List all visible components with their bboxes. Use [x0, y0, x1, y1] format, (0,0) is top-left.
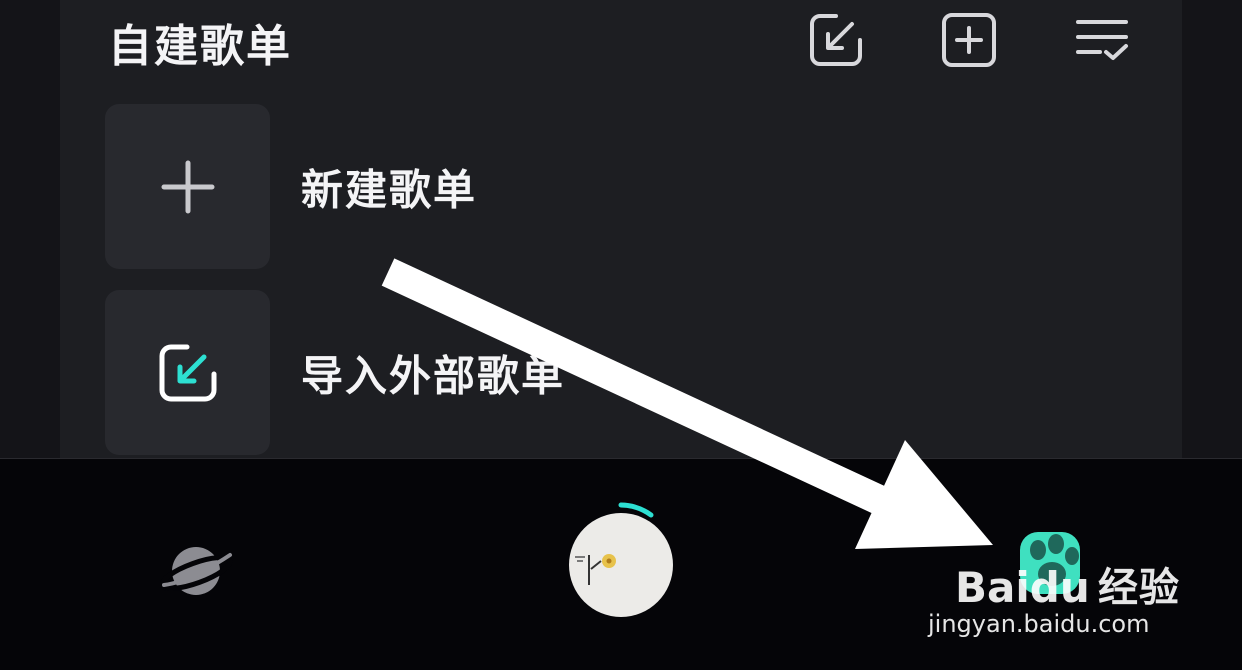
baidu-logo: Baidu — [955, 563, 1090, 612]
now-playing-button[interactable] — [565, 499, 677, 617]
nav-discover-tab[interactable] — [159, 537, 234, 603]
import-playlist-thumb — [105, 290, 270, 455]
new-playlist-thumb — [105, 104, 270, 269]
add-playlist-button[interactable] — [939, 10, 999, 70]
import-icon — [810, 14, 862, 66]
import-external-playlist-row[interactable]: 导入外部歌单 — [105, 290, 805, 455]
manage-list-icon — [1076, 20, 1128, 60]
new-playlist-label: 新建歌单 — [301, 165, 478, 214]
import-external-playlist-label: 导入外部歌单 — [301, 351, 566, 400]
manage-playlists-button[interactable] — [1072, 10, 1132, 70]
discover-planet-icon — [159, 547, 233, 595]
now-playing-disc — [569, 502, 673, 617]
section-title: 自建歌单 — [108, 21, 292, 72]
watermark-brand: 经验 — [1098, 565, 1180, 611]
import-playlist-button[interactable] — [806, 10, 866, 70]
new-playlist-row[interactable]: 新建歌单 — [105, 104, 805, 269]
watermark-url: jingyan.baidu.com — [928, 610, 1150, 638]
baidu-logo-text: Baidu — [955, 563, 1090, 612]
import-icon — [159, 344, 216, 401]
plus-icon — [161, 160, 214, 213]
add-square-icon — [942, 13, 996, 67]
